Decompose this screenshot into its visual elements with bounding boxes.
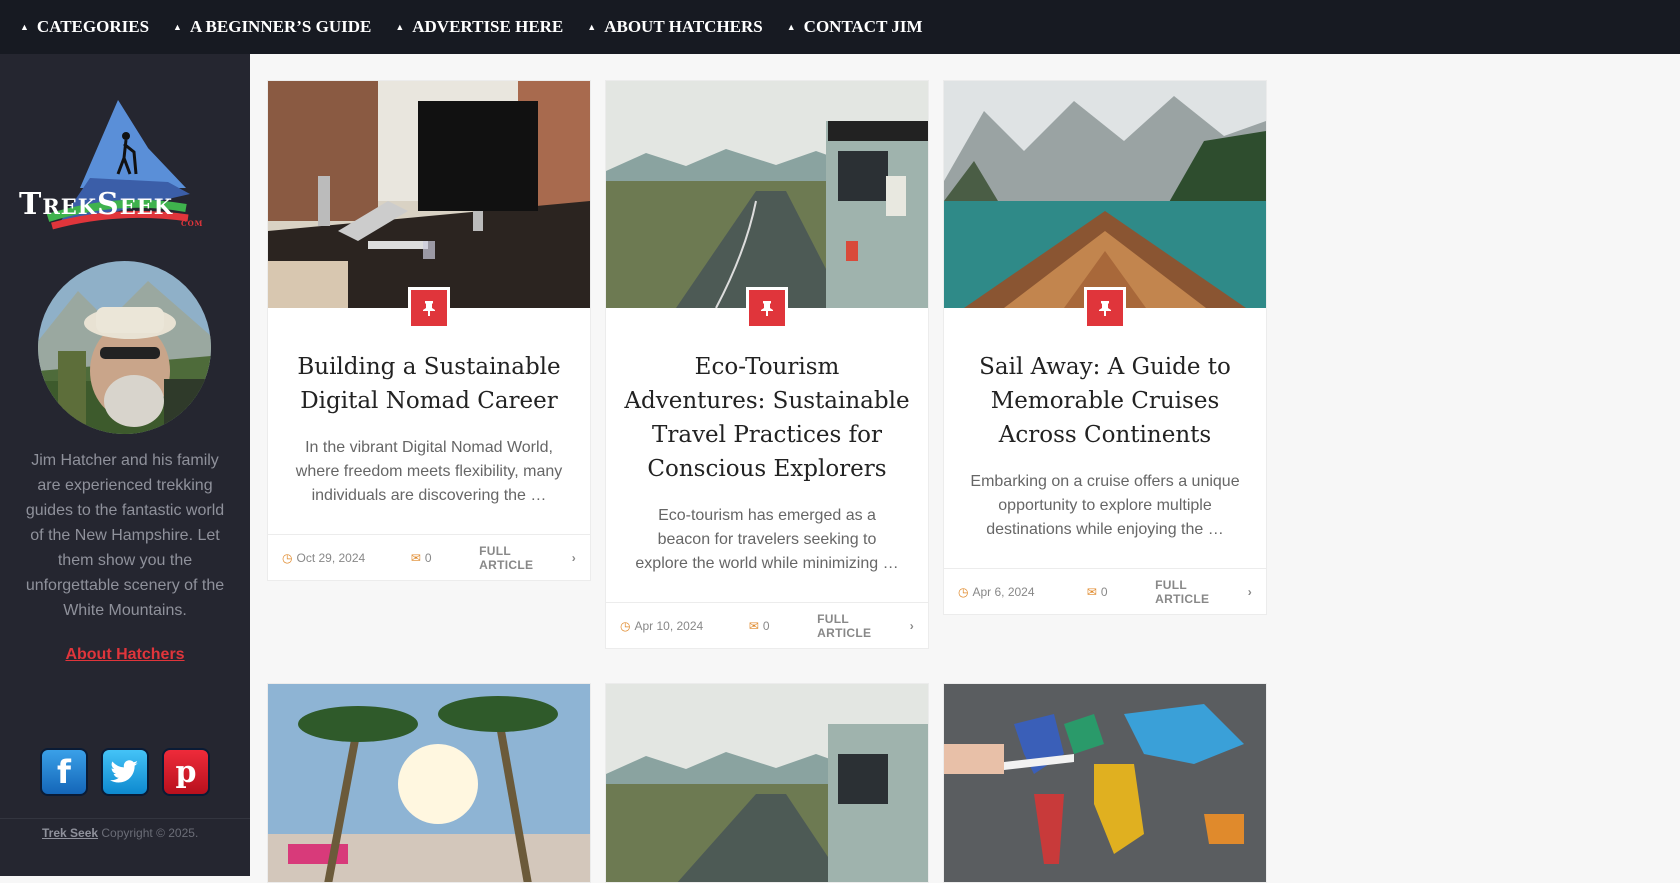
- post-meta: ◷ Apr 10, 2024 ✉ 0 FULL ARTICLE ›: [606, 602, 928, 648]
- clock-icon: ◷: [620, 618, 631, 633]
- logo-wordmark: TrekSeek: [19, 187, 173, 222]
- pinterest-letter: p: [175, 754, 197, 790]
- post-excerpt: In the vibrant Digital Nomad World, wher…: [295, 439, 563, 504]
- clock-icon: ◷: [282, 550, 293, 565]
- comments-icon: ✉: [410, 550, 421, 565]
- sidebar: TrekSeek com Jim Hatcher and his family …: [0, 54, 250, 876]
- post-thumbnail-boat-lake[interactable]: [944, 81, 1266, 308]
- chevron-right-icon: ›: [571, 550, 576, 565]
- full-article-label: FULL ARTICLE: [479, 543, 534, 572]
- post-title[interactable]: Building a Sustainable Digital Nomad Car…: [268, 350, 590, 418]
- date-text: Apr 10, 2024: [634, 618, 704, 633]
- twitter-icon[interactable]: [101, 748, 149, 796]
- nav-item-label: ABOUT HATCHERS: [604, 17, 763, 36]
- post-thumbnail-world-map[interactable]: [943, 683, 1267, 883]
- post-comments[interactable]: ✉ 0: [411, 551, 479, 565]
- caret-up-icon: ▲: [173, 22, 182, 32]
- full-article-label: FULL ARTICLE: [817, 611, 872, 640]
- author-bio: Jim Hatcher and his family are experienc…: [25, 452, 225, 619]
- pin-icon: [746, 287, 788, 329]
- post-title[interactable]: Eco-Tourism Adventures: Sustainable Trav…: [606, 350, 928, 486]
- author-avatar: [38, 261, 211, 434]
- post-excerpt: Eco-tourism has emerged as a beacon for …: [635, 507, 899, 572]
- post-date: ◷ Apr 10, 2024: [620, 619, 749, 633]
- pinterest-icon[interactable]: p: [162, 748, 210, 796]
- nav-item-label: ADVERTISE HERE: [412, 17, 564, 36]
- post-thumbnail-road-repeat[interactable]: [605, 683, 929, 883]
- pin-icon: [408, 287, 450, 329]
- caret-up-icon: ▲: [395, 22, 405, 32]
- chevron-right-icon: ›: [909, 618, 914, 633]
- post-meta: ◷ Apr 6, 2024 ✉ 0 FULL ARTICLE ›: [944, 568, 1266, 614]
- facebook-letter: f: [57, 753, 71, 791]
- top-navigation: ▲ CATEGORIES ▲ A BEGINNER’S GUIDE ▲ ADVERTI…: [0, 0, 1680, 54]
- comments-icon: ✉: [1086, 584, 1097, 599]
- post-card: Building a Sustainable Digital Nomad Car…: [267, 80, 591, 581]
- pin-icon: [1084, 287, 1126, 329]
- comment-count: 0: [762, 618, 770, 633]
- nav-item-about-hatchers[interactable]: ▲ ABOUT HATCHERS: [587, 17, 762, 37]
- post-date: ◷ Oct 29, 2024: [282, 551, 411, 565]
- post-thumbnail-office[interactable]: [268, 81, 590, 308]
- date-text: Oct 29, 2024: [296, 550, 366, 565]
- about-hatchers-link[interactable]: About Hatchers: [0, 646, 250, 664]
- post-card: Eco-Tourism Adventures: Sustainable Trav…: [605, 80, 929, 649]
- sidebar-divider: [0, 818, 250, 819]
- nav-item-contact-jim[interactable]: ▲ CONTACT JIM: [787, 17, 923, 37]
- caret-up-icon: ▲: [20, 22, 29, 32]
- nav-item-label: CONTACT JIM: [803, 17, 923, 36]
- full-article-link[interactable]: FULL ARTICLE ›: [1155, 578, 1252, 606]
- full-article-link[interactable]: FULL ARTICLE ›: [479, 544, 576, 572]
- copyright-text: Copyright © 2025.: [98, 826, 199, 840]
- nav-item-advertise-here[interactable]: ▲ ADVERTISE HERE: [395, 17, 563, 37]
- site-link[interactable]: Trek Seek: [42, 826, 98, 840]
- date-text: Apr 6, 2024: [972, 584, 1035, 599]
- post-card: Sail Away: A Guide to Memorable Cruises …: [943, 80, 1267, 615]
- comment-count: 0: [424, 550, 432, 565]
- post-meta: ◷ Oct 29, 2024 ✉ 0 FULL ARTICLE ›: [268, 534, 590, 580]
- post-thumbnail-road[interactable]: [606, 81, 928, 308]
- copyright: Trek Seek Copyright © 2025.: [42, 826, 198, 840]
- comments-icon: ✉: [748, 618, 759, 633]
- full-article-link[interactable]: FULL ARTICLE ›: [817, 612, 914, 640]
- nav-item-label: CATEGORIES: [36, 17, 150, 36]
- post-title[interactable]: Sail Away: A Guide to Memorable Cruises …: [944, 350, 1266, 452]
- chevron-right-icon: ›: [1247, 584, 1252, 599]
- social-links: f p: [40, 748, 210, 796]
- caret-up-icon: ▲: [786, 22, 796, 32]
- post-thumbnail-palms[interactable]: [267, 683, 591, 883]
- nav-item-categories[interactable]: ▲ CATEGORIES: [20, 17, 149, 37]
- post-date: ◷ Apr 6, 2024: [958, 585, 1087, 599]
- post-comments[interactable]: ✉ 0: [749, 619, 817, 633]
- logo-domain: com: [181, 218, 204, 229]
- post-excerpt: Embarking on a cruise offers a unique op…: [970, 473, 1240, 538]
- full-article-label: FULL ARTICLE: [1155, 577, 1210, 606]
- clock-icon: ◷: [958, 584, 969, 599]
- caret-up-icon: ▲: [587, 22, 597, 32]
- nav-item-beginners-guide[interactable]: ▲ A BEGINNER’S GUIDE: [173, 17, 371, 37]
- facebook-icon[interactable]: f: [40, 748, 88, 796]
- nav-item-label: A BEGINNER’S GUIDE: [189, 17, 372, 36]
- comment-count: 0: [1100, 584, 1108, 599]
- post-comments[interactable]: ✉ 0: [1087, 585, 1155, 599]
